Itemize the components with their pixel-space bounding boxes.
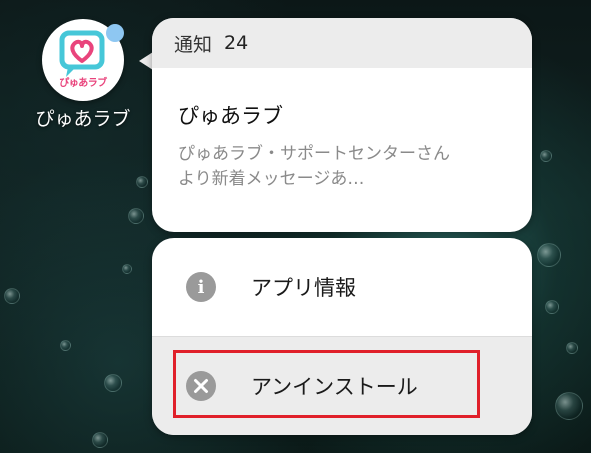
menu-item-label: アプリ情報 bbox=[251, 276, 356, 300]
app-label[interactable]: ぴゅあラブ bbox=[20, 104, 146, 131]
notification-header-label: 通知 bbox=[174, 33, 213, 56]
wallpaper-bubble bbox=[4, 288, 20, 304]
wallpaper-bubble bbox=[555, 392, 583, 420]
menu-item-app-info[interactable]: i アプリ情報 bbox=[152, 238, 532, 336]
menu-item-label: アンインストール bbox=[251, 375, 418, 399]
wallpaper-bubble bbox=[537, 243, 561, 267]
notification-count: 24 bbox=[224, 32, 249, 54]
wallpaper-bubble bbox=[92, 432, 108, 448]
wallpaper-bubble bbox=[566, 342, 578, 354]
notification-card[interactable]: 通知 24 ぴゅあラブ ぴゅあラブ・サポートセンターさんより新着メッセージあ… bbox=[152, 18, 532, 232]
notification-body[interactable]: ぴゅあラブ ぴゅあラブ・サポートセンターさんより新着メッセージあ… bbox=[152, 68, 532, 192]
notification-header: 通知 24 bbox=[152, 18, 532, 68]
menu-item-uninstall[interactable]: アンインストール bbox=[152, 337, 532, 435]
wallpaper-bubble bbox=[136, 176, 148, 188]
wallpaper-bubble bbox=[122, 264, 132, 274]
icon-logo-text: ぴゅあラブ bbox=[59, 78, 107, 89]
wallpaper-bubble bbox=[128, 208, 144, 224]
wallpaper-bubble bbox=[545, 300, 559, 314]
popup-pointer bbox=[139, 52, 153, 70]
close-circle-icon bbox=[186, 371, 216, 401]
notification-message: ぴゅあラブ・サポートセンターさんより新着メッセージあ… bbox=[178, 144, 450, 189]
notification-dot bbox=[106, 24, 124, 42]
wallpaper-bubble bbox=[104, 374, 122, 392]
wallpaper-bubble bbox=[60, 340, 71, 351]
app-shortcut-menu: i アプリ情報 アンインストール bbox=[152, 238, 532, 435]
wallpaper-bubble bbox=[540, 150, 552, 162]
info-icon: i bbox=[186, 272, 216, 302]
notification-title: ぴゅあラブ bbox=[178, 104, 283, 128]
